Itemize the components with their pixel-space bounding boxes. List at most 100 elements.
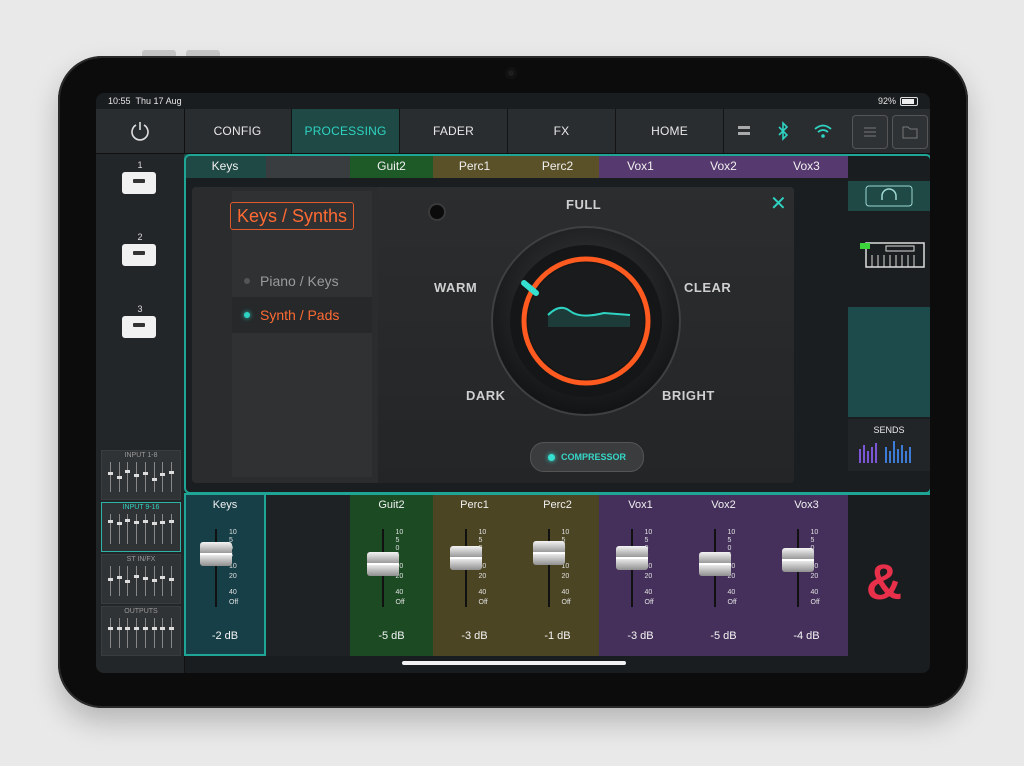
power-button[interactable] [96,109,185,153]
fader-strip: Vox110505102040Off-3 dB [599,493,682,656]
fader-scale-tick: Off [229,599,239,606]
channel-header-vox3[interactable]: Vox3 [765,154,848,178]
scene-button-1[interactable]: 1 [122,160,158,194]
battery-icon [900,96,918,106]
fader-scale-tick: 10 [561,529,570,536]
channel-header-keys[interactable]: Keys [184,154,266,178]
scene-button-3[interactable]: 3 [122,304,158,338]
preset-list-panel [232,191,372,477]
compressor-button[interactable]: COMPRESSOR [530,442,644,472]
bank-label: OUTPUTS [124,608,158,615]
folder-icon [902,126,918,139]
status-time: 10:55 [108,96,131,106]
fader-knob[interactable] [615,546,648,571]
channel-header-empty [266,154,350,178]
fader-knob[interactable] [449,546,482,571]
tab-config[interactable]: CONFIG [184,109,292,153]
headphone-button[interactable] [848,181,930,211]
fader-scale-tick: 5 [644,537,649,544]
bank-input-1-8[interactable]: INPUT 1-8 [101,450,181,500]
channel-header-guit2[interactable]: Guit2 [350,154,433,178]
fader-scale-tick: Off [810,599,820,606]
fader-scale-tick: 20 [478,573,487,580]
scene-icon [122,244,156,266]
tab-home[interactable]: HOME [616,109,724,153]
left-sidebar: 1 2 3 INPUT 1-8 INPUT 9-16 ST IN/FX OUTP… [96,154,185,673]
home-indicator [402,661,626,665]
usb-icon[interactable] [735,122,753,140]
fader-scale-tick: 10 [727,529,736,536]
fader-track [215,529,217,607]
status-time-date: 10:55 Thu 17 Aug [108,96,182,106]
preset-category-title[interactable]: Keys / Synths [230,202,355,230]
fader-scale-tick: 40 [644,589,653,596]
fader-scale-tick: 5 [395,537,400,544]
bank-st-in-fx[interactable]: ST IN/FX [101,554,181,604]
fader-strip [266,493,350,656]
scene-number: 1 [137,160,143,170]
fader-scale-tick: 40 [561,589,570,596]
fader-scale-tick: 10 [395,529,404,536]
folder-button[interactable] [892,115,928,149]
fader-knob[interactable] [781,548,814,573]
battery-percent: 92% [877,96,896,106]
preset-item-synth-pads[interactable]: Synth / Pads [232,297,372,333]
fader-knob[interactable] [532,540,565,565]
fader-channel-name: Vox3 [794,499,819,511]
scene-button-2[interactable]: 2 [122,232,158,266]
preset-label: Synth / Pads [260,307,340,323]
tab-processing[interactable]: PROCESSING [292,109,400,153]
fader-scale-tick: 40 [727,589,736,596]
status-date: Thu 17 Aug [135,96,182,106]
fader-scale-tick: 40 [229,589,237,596]
fader-knob[interactable] [200,542,232,567]
fader-db-value: -5 dB [710,630,737,642]
sends-panel[interactable]: SENDS [848,419,930,471]
meter-panel [848,307,930,417]
fader-knob[interactable] [366,551,399,576]
channel-header-perc1[interactable]: Perc1 [433,154,516,178]
fader-scale-tick: Off [561,599,571,606]
tone-dial-area: FULL WARM CLEAR DARK BRIGHT COMPRESSOR [378,187,794,483]
bluetooth-icon[interactable] [776,121,790,141]
connection-icons [724,109,844,153]
fader-scale-tick: 20 [644,573,653,580]
fader-area-frame [266,493,930,495]
tab-fx[interactable]: FX [508,109,616,153]
fader-scale-tick: Off [644,599,654,606]
processing-popup: Keys / Synths Piano / Keys Synth / Pads … [192,187,794,483]
fader-scale-tick: 0 [727,545,732,552]
fader-knob[interactable] [698,551,731,576]
fader-db-value: -3 dB [627,630,654,642]
wifi-icon[interactable] [813,123,833,139]
tone-dial[interactable] [488,223,684,419]
fader-scale-tick: 20 [561,573,570,580]
fader-channel-name: Perc1 [460,499,489,511]
fader-scale-tick: 40 [478,589,487,596]
fader-scale-tick: 10 [810,529,819,536]
fader-channel-name: Perc2 [543,499,572,511]
scene-icon [122,316,156,338]
bank-label: ST IN/FX [126,556,156,563]
preset-item-piano-keys[interactable]: Piano / Keys [232,263,372,299]
scene-number: 2 [137,232,143,242]
channel-header-perc2[interactable]: Perc2 [516,154,599,178]
fader-channel-name: Keys [212,499,238,511]
channel-header-vox2[interactable]: Vox2 [682,154,765,178]
fader-db-value: -2 dB [211,630,239,642]
nav-tabs: CONFIG PROCESSING FADER FX HOME [184,109,724,153]
app-screen: 10:55 Thu 17 Aug 92% CONFIG PROCESSING F… [96,93,930,673]
close-icon[interactable]: ✕ [770,191,787,216]
scene-icon [122,172,156,194]
sends-label: SENDS [873,425,905,435]
bank-outputs[interactable]: OUTPUTS [101,606,181,656]
bank-label: INPUT 9-16 [122,504,160,511]
channel-header-vox1[interactable]: Vox1 [599,154,682,178]
bank-input-9-16[interactable]: INPUT 9-16 [101,502,181,552]
fader-scale-tick: 40 [395,589,404,596]
headphones-icon [865,185,913,207]
fader-scale-tick: 40 [810,589,819,596]
menu-button[interactable] [852,115,888,149]
tab-fader[interactable]: FADER [400,109,508,153]
dial-label-warm: WARM [434,280,478,295]
